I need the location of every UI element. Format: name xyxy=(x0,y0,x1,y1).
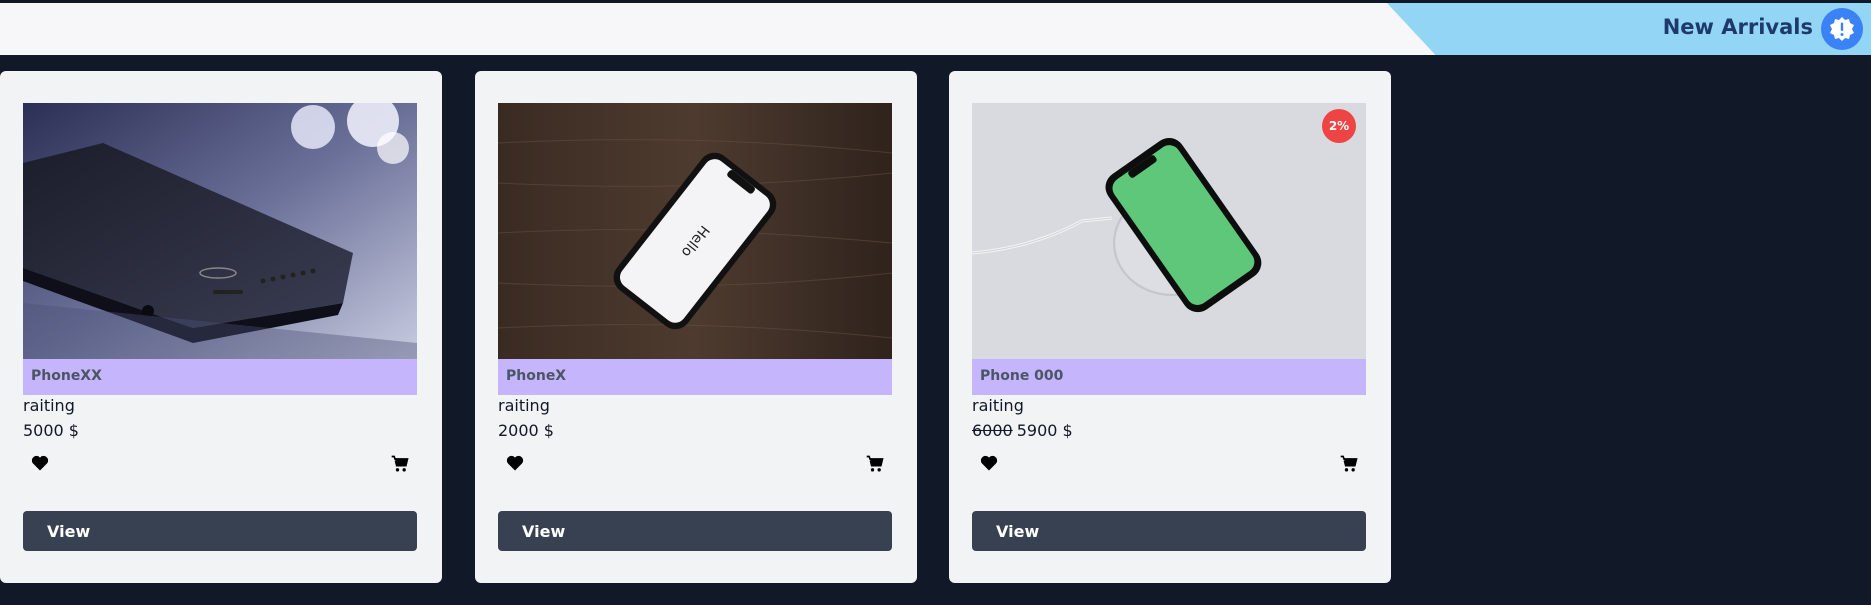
alert-badge-icon[interactable] xyxy=(1821,8,1863,50)
product-card: Hello PhoneX raiting 2000 $ View xyxy=(475,71,917,583)
cart-icon[interactable] xyxy=(1339,454,1359,474)
product-rating: raiting xyxy=(23,396,75,415)
product-name: PhoneX xyxy=(498,359,892,395)
heart-icon[interactable] xyxy=(979,453,999,473)
view-button[interactable]: View xyxy=(498,511,892,551)
product-image xyxy=(23,103,417,359)
product-card: PhoneXX raiting 5000 $ View xyxy=(0,71,442,583)
old-price: 6000 xyxy=(972,421,1013,440)
heart-icon[interactable] xyxy=(30,453,50,473)
current-price: 2000 $ xyxy=(498,421,554,440)
product-rating: raiting xyxy=(498,396,550,415)
product-name: Phone 000 xyxy=(972,359,1366,395)
product-name: PhoneXX xyxy=(23,359,417,395)
heart-icon[interactable] xyxy=(505,453,525,473)
product-image: 2% xyxy=(972,103,1366,359)
discount-badge: 2% xyxy=(1322,109,1356,143)
banner-title: New Arrivals xyxy=(1662,15,1813,39)
top-banner: New Arrivals xyxy=(0,3,1871,55)
product-price: 5000 $ xyxy=(23,421,79,440)
current-price: 5000 $ xyxy=(23,421,79,440)
product-image: Hello xyxy=(498,103,892,359)
product-rating: raiting xyxy=(972,396,1024,415)
product-card: 2% Phone 000 raiting 6000 5900 $ View xyxy=(949,71,1391,583)
cart-icon[interactable] xyxy=(865,454,885,474)
view-button[interactable]: View xyxy=(23,511,417,551)
view-button[interactable]: View xyxy=(972,511,1366,551)
cart-icon[interactable] xyxy=(390,454,410,474)
current-price: 5900 $ xyxy=(1016,421,1073,440)
product-price: 6000 5900 $ xyxy=(972,421,1073,440)
product-price: 2000 $ xyxy=(498,421,554,440)
